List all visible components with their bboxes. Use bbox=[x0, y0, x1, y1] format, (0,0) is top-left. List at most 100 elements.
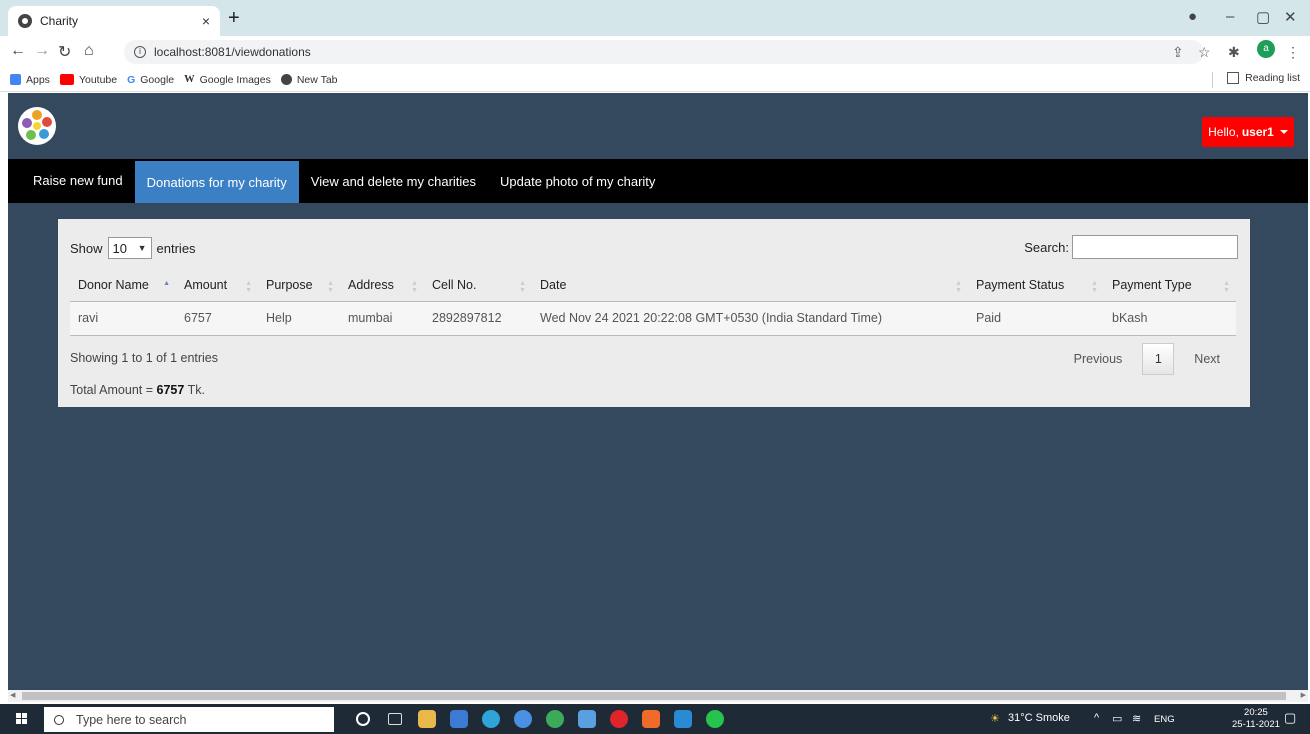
table-header-row: Donor Name ▲ Amount ▲ ▼ Purpose ▲ ▼ Address ▲ ▼… bbox=[70, 269, 1236, 302]
column-header-date[interactable]: Date ▲ ▼ bbox=[532, 269, 968, 302]
file-explorer-icon[interactable] bbox=[418, 710, 436, 728]
column-header-payment-type[interactable]: Payment Type ▲ ▼ bbox=[1104, 269, 1236, 302]
sort-icon: ▲ ▼ bbox=[1091, 280, 1098, 294]
column-header-amount[interactable]: Amount ▲ ▼ bbox=[176, 269, 258, 302]
hello-label: Hello, bbox=[1208, 125, 1239, 139]
browser-icon[interactable] bbox=[514, 710, 532, 728]
back-arrow-icon[interactable]: ← bbox=[10, 42, 26, 60]
store-icon[interactable] bbox=[450, 710, 468, 728]
whatsapp-icon[interactable] bbox=[706, 710, 724, 728]
scroll-right-icon[interactable]: ▶ bbox=[1301, 691, 1306, 699]
donations-table-card: Show 10 ▼ entries Search: Donor Name ▲ Am… bbox=[58, 219, 1250, 407]
column-header-donor-name[interactable]: Donor Name ▲ bbox=[70, 269, 176, 302]
cell-donor-name: ravi bbox=[70, 301, 176, 336]
bookmark-youtube[interactable]: Youtube bbox=[59, 74, 117, 86]
previous-page-button[interactable]: Previous bbox=[1064, 352, 1133, 366]
extensions-icon[interactable]: ✱ bbox=[1228, 44, 1240, 61]
forward-arrow-icon[interactable]: → bbox=[34, 42, 50, 60]
charity-logo[interactable] bbox=[18, 107, 56, 145]
table-info: Showing 1 to 1 of 1 entries bbox=[70, 351, 219, 365]
username-label: user1 bbox=[1241, 125, 1274, 139]
search-input[interactable] bbox=[1072, 235, 1238, 259]
pagination: Previous 1 Next bbox=[1064, 343, 1230, 375]
home-icon[interactable]: ⌂ bbox=[84, 42, 94, 60]
app-icon[interactable] bbox=[578, 710, 596, 728]
tab-close-button[interactable]: × bbox=[202, 13, 210, 29]
reading-list-button[interactable]: Reading list bbox=[1227, 72, 1300, 84]
bookmark-star-icon[interactable]: ☆ bbox=[1198, 44, 1211, 61]
bookmark-google[interactable]: G Google bbox=[127, 74, 174, 86]
cell-cell-no: 2892897812 bbox=[424, 301, 532, 336]
wikipedia-icon: W bbox=[184, 74, 195, 85]
reload-icon[interactable]: ↻ bbox=[58, 42, 71, 62]
edge-icon[interactable] bbox=[482, 710, 500, 728]
cell-purpose: Help bbox=[258, 301, 340, 336]
bookmark-apps[interactable]: Apps bbox=[10, 74, 50, 86]
battery-icon[interactable]: ▭ bbox=[1112, 712, 1122, 725]
scrollbar-thumb[interactable] bbox=[22, 692, 1286, 700]
windows-start-icon[interactable] bbox=[16, 713, 28, 725]
cell-payment-status: Paid bbox=[968, 301, 1104, 336]
horizontal-scrollbar[interactable]: ◀ ▶ bbox=[8, 690, 1308, 702]
sort-icon: ▲ ▼ bbox=[327, 280, 334, 294]
browser-tab[interactable]: Charity × bbox=[8, 6, 220, 36]
close-window-icon[interactable]: ✕ bbox=[1284, 8, 1297, 26]
chrome-icon[interactable] bbox=[546, 710, 564, 728]
caret-down-icon bbox=[1279, 130, 1288, 134]
cortana-icon[interactable] bbox=[356, 712, 370, 726]
bookmark-new-tab[interactable]: New Tab bbox=[280, 74, 338, 86]
more-menu-icon[interactable]: ⋮ bbox=[1286, 44, 1300, 61]
minimize-icon[interactable]: – bbox=[1226, 8, 1234, 25]
sort-icon: ▲ ▼ bbox=[245, 280, 252, 294]
youtube-icon bbox=[59, 74, 74, 85]
column-header-address[interactable]: Address ▲ ▼ bbox=[340, 269, 424, 302]
share-icon[interactable]: ⇪ bbox=[1172, 44, 1184, 61]
total-amount: Total Amount = 6757 Tk. bbox=[70, 383, 205, 397]
nav-view-and-delete-charities[interactable]: View and delete my charities bbox=[299, 159, 488, 203]
cell-date: Wed Nov 24 2021 20:22:08 GMT+0530 (India… bbox=[532, 301, 968, 336]
globe-icon bbox=[18, 14, 32, 28]
maximize-icon[interactable]: ▢ bbox=[1256, 8, 1270, 26]
bookmark-google-images[interactable]: W Google Images bbox=[184, 74, 271, 86]
url-text: localhost:8081/viewdonations bbox=[154, 45, 311, 59]
notification-icon[interactable]: ▢ bbox=[1284, 710, 1296, 726]
entries-length-control: Show 10 ▼ entries bbox=[70, 237, 196, 259]
tray-chevron-icon[interactable]: ^ bbox=[1094, 712, 1099, 724]
brave-icon[interactable] bbox=[642, 710, 660, 728]
page-body: Hello, user1 Raise new fund Donations fo… bbox=[8, 93, 1308, 690]
search-icon bbox=[54, 714, 64, 725]
cell-amount: 6757 bbox=[176, 301, 258, 336]
info-icon[interactable]: i bbox=[134, 46, 146, 58]
column-header-payment-status[interactable]: Payment Status ▲ ▼ bbox=[968, 269, 1104, 302]
nav-raise-new-fund[interactable]: Raise new fund bbox=[8, 159, 135, 203]
vscode-icon[interactable] bbox=[674, 710, 692, 728]
task-view-icon[interactable] bbox=[388, 713, 402, 725]
page-1-button[interactable]: 1 bbox=[1142, 343, 1175, 375]
weather-text[interactable]: 31°C Smoke bbox=[1008, 712, 1070, 724]
table-row: ravi 6757 Help mumbai 2892897812 Wed Nov… bbox=[70, 301, 1236, 336]
clock[interactable]: 20:25 25-11-2021 bbox=[1232, 707, 1280, 731]
profile-menu-icon[interactable]: ● bbox=[1188, 8, 1197, 25]
language-indicator[interactable]: ENG bbox=[1154, 714, 1175, 725]
windows-taskbar: Type here to search ☀ 31°C Smoke ^ ▭ ≋ E… bbox=[0, 704, 1310, 734]
column-header-purpose[interactable]: Purpose ▲ ▼ bbox=[258, 269, 340, 302]
nav-update-photo[interactable]: Update photo of my charity bbox=[488, 159, 667, 203]
next-page-button[interactable]: Next bbox=[1184, 352, 1230, 366]
nav-donations-for-my-charity[interactable]: Donations for my charity bbox=[134, 161, 299, 203]
entries-select[interactable]: 10 ▼ bbox=[107, 237, 152, 259]
new-tab-button[interactable]: + bbox=[228, 8, 240, 28]
column-header-cell-no[interactable]: Cell No. ▲ ▼ bbox=[424, 269, 532, 302]
wifi-icon[interactable]: ≋ bbox=[1132, 712, 1141, 725]
sort-asc-icon: ▲ bbox=[163, 280, 170, 287]
opera-icon[interactable] bbox=[610, 710, 628, 728]
sort-icon: ▲ ▼ bbox=[1223, 280, 1230, 294]
taskbar-search-input[interactable]: Type here to search bbox=[44, 707, 334, 732]
logo-icon bbox=[19, 108, 55, 144]
main-navbar: Raise new fund Donations for my charity … bbox=[8, 159, 1308, 203]
google-icon: G bbox=[127, 73, 136, 86]
user-menu-button[interactable]: Hello, user1 bbox=[1202, 117, 1294, 147]
bookmarks-divider bbox=[1212, 72, 1213, 88]
profile-avatar[interactable]: a bbox=[1257, 40, 1275, 58]
url-field[interactable]: i localhost:8081/viewdonations bbox=[124, 40, 1204, 64]
scroll-left-icon[interactable]: ◀ bbox=[10, 691, 15, 699]
